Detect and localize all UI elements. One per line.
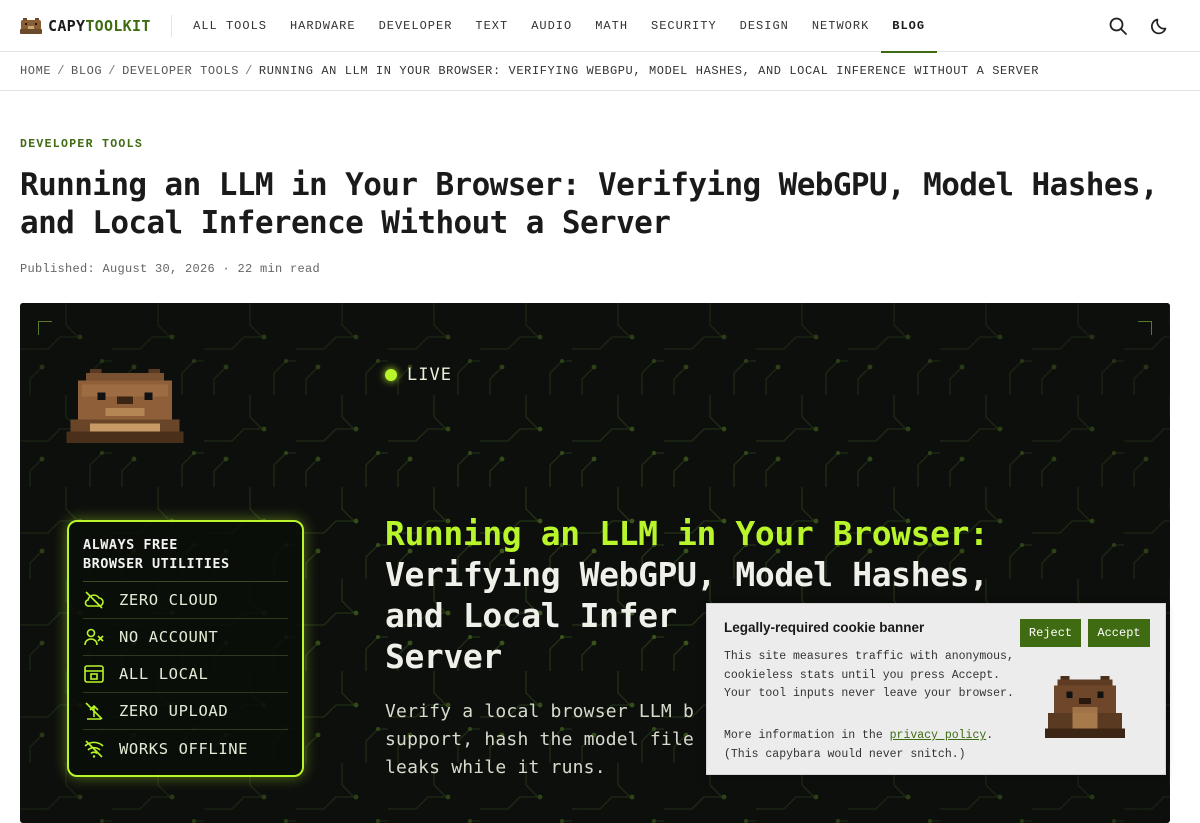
local-drive-icon xyxy=(84,665,104,683)
header-actions xyxy=(1108,16,1170,36)
live-dot-icon xyxy=(385,369,397,381)
badge-item-zero-upload: ZERO UPLOAD xyxy=(83,693,288,730)
hero-title-highlight: Running an LLM in Your Browser: xyxy=(385,514,989,553)
capybara-mascot-icon xyxy=(1045,676,1125,738)
hero-title-line-2: Verifying WebGPU, Model Hashes, xyxy=(385,555,989,594)
badge-heading-line-1: ALWAYS FREE xyxy=(83,537,178,553)
nav-security[interactable]: SECURITY xyxy=(640,0,729,52)
reject-button[interactable]: Reject xyxy=(1020,619,1081,647)
breadcrumb: HOME / BLOG / DEVELOPER TOOLS / RUNNING AN LLM… xyxy=(20,64,1039,78)
wifi-off-icon xyxy=(84,739,104,758)
hero-corner-decoration xyxy=(1138,321,1152,335)
user-x-icon xyxy=(84,628,104,646)
site-logo[interactable]: CAPYTOOLKIT xyxy=(0,14,172,37)
privacy-policy-link[interactable]: privacy policy xyxy=(890,729,987,742)
live-label: LIVE xyxy=(407,365,452,385)
nav-blog[interactable]: BLOG xyxy=(880,0,937,53)
nav-developer[interactable]: DEVELOPER xyxy=(367,0,464,52)
breadcrumb-current: RUNNING AN LLM IN YOUR BROWSER: VERIFYIN… xyxy=(258,64,1040,78)
badge-item-all-local: ALL LOCAL xyxy=(83,656,288,693)
breadcrumb-section[interactable]: DEVELOPER TOOLS xyxy=(122,64,239,78)
nav-network[interactable]: NETWORK xyxy=(800,0,880,52)
badge-item-zero-cloud: ZERO CLOUD xyxy=(83,582,288,619)
breadcrumb-separator: / xyxy=(57,64,66,78)
article-meta: Published: August 30, 2026 · 22 min read xyxy=(20,262,321,276)
breadcrumb-home[interactable]: HOME xyxy=(20,64,51,78)
breadcrumb-divider xyxy=(0,90,1200,91)
accept-button[interactable]: Accept xyxy=(1088,619,1150,647)
capybara-icon xyxy=(20,17,42,34)
nav-hardware[interactable]: HARDWARE xyxy=(278,0,367,52)
upload-off-icon xyxy=(85,702,103,720)
badge-item-no-account: NO ACCOUNT xyxy=(83,619,288,656)
main-nav: ALL TOOLS HARDWARE DEVELOPER TEXT AUDIO … xyxy=(182,0,937,53)
cookie-banner-aside: (This capybara would never snitch.) xyxy=(724,747,966,761)
search-icon[interactable] xyxy=(1108,16,1128,36)
nav-design[interactable]: DESIGN xyxy=(728,0,800,52)
badge-heading-line-2: BROWSER UTILITIES xyxy=(83,556,230,572)
logo-text-main: CAPY xyxy=(48,16,86,35)
feature-badge: ALWAYS FREE BROWSER UTILITIES ZERO CLOUD… xyxy=(67,520,304,777)
logo-text-accent: TOOLKIT xyxy=(85,16,151,35)
cloud-off-icon xyxy=(84,591,104,609)
top-navigation-bar: CAPYTOOLKIT ALL TOOLS HARDWARE DEVELOPER… xyxy=(0,0,1200,53)
hero-corner-decoration xyxy=(38,321,52,335)
breadcrumb-separator: / xyxy=(245,64,253,78)
nav-all-tools[interactable]: ALL TOOLS xyxy=(182,0,279,52)
nav-text[interactable]: TEXT xyxy=(464,0,520,52)
nav-audio[interactable]: AUDIO xyxy=(520,0,584,52)
capybara-mascot-icon xyxy=(66,369,184,444)
cookie-banner-title: Legally-required cookie banner xyxy=(724,620,925,635)
nav-math[interactable]: MATH xyxy=(584,0,640,52)
breadcrumb-separator: / xyxy=(108,64,117,78)
article-category[interactable]: DEVELOPER TOOLS xyxy=(20,138,143,151)
badge-item-works-offline: WORKS OFFLINE xyxy=(83,730,288,767)
cookie-banner: Legally-required cookie banner Reject Ac… xyxy=(706,603,1166,775)
cookie-banner-text: This site measures traffic with anonymou… xyxy=(724,650,1014,700)
cookie-banner-more-info: More information in the privacy policy. … xyxy=(724,729,994,761)
article-title: Running an LLM in Your Browser: Verifyin… xyxy=(20,167,1159,241)
live-indicator: LIVE xyxy=(385,365,452,385)
breadcrumb-blog[interactable]: BLOG xyxy=(71,64,102,78)
moon-icon[interactable] xyxy=(1150,16,1170,36)
